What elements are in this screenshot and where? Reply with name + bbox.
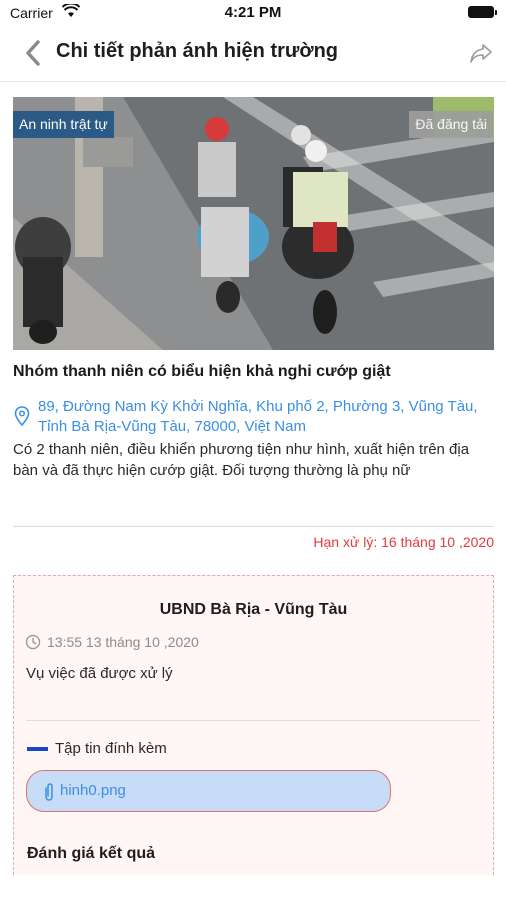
category-badge: An ninh trật tự [13, 111, 114, 138]
card-divider [26, 720, 480, 721]
response-time: 13:55 13 tháng 10 ,2020 [47, 634, 199, 650]
chevron-left-icon [26, 40, 40, 66]
status-badge: Đã đăng tải [409, 111, 493, 138]
attachment-file-button[interactable]: hinh0.png [26, 770, 391, 812]
deadline-label: Hạn xử lý: 16 tháng 10 ,2020 [313, 534, 494, 550]
share-button[interactable] [468, 40, 494, 66]
attachments-label: Tập tin đính kèm [55, 740, 167, 757]
paperclip-icon [45, 783, 53, 801]
divider [13, 526, 494, 527]
nav-bar: Chi tiết phản ánh hiện trường [0, 26, 506, 82]
page-title: Chi tiết phản ánh hiện trường [56, 40, 339, 62]
report-title: Nhóm thanh niên có biểu hiện khả nghi cư… [13, 363, 391, 380]
attachment-file-name: hinh0.png [60, 782, 126, 799]
battery-icon [468, 6, 497, 18]
location-pin-icon [14, 406, 30, 426]
clock-time: 4:21 PM [224, 4, 282, 21]
responder-name: UBND Bà Rịa - Vũng Tàu [159, 601, 348, 618]
clock-icon [25, 634, 41, 650]
response-text: Vụ việc đã được xử lý [26, 665, 173, 682]
attachments-marker [27, 747, 48, 751]
response-card: UBND Bà Rịa - Vũng Tàu 13:55 13 tháng 10… [13, 575, 494, 875]
share-icon [470, 44, 492, 63]
back-button[interactable] [20, 38, 50, 68]
rating-heading: Đánh giá kết quả [27, 845, 156, 862]
report-description: Có 2 thanh niên, điều khiển phương tiện … [13, 441, 470, 479]
report-address-link[interactable]: 89, Đường Nam Kỳ Khởi Nghĩa, Khu phố 2, … [38, 397, 488, 437]
status-bar: Carrier 4:21 PM [0, 0, 506, 26]
